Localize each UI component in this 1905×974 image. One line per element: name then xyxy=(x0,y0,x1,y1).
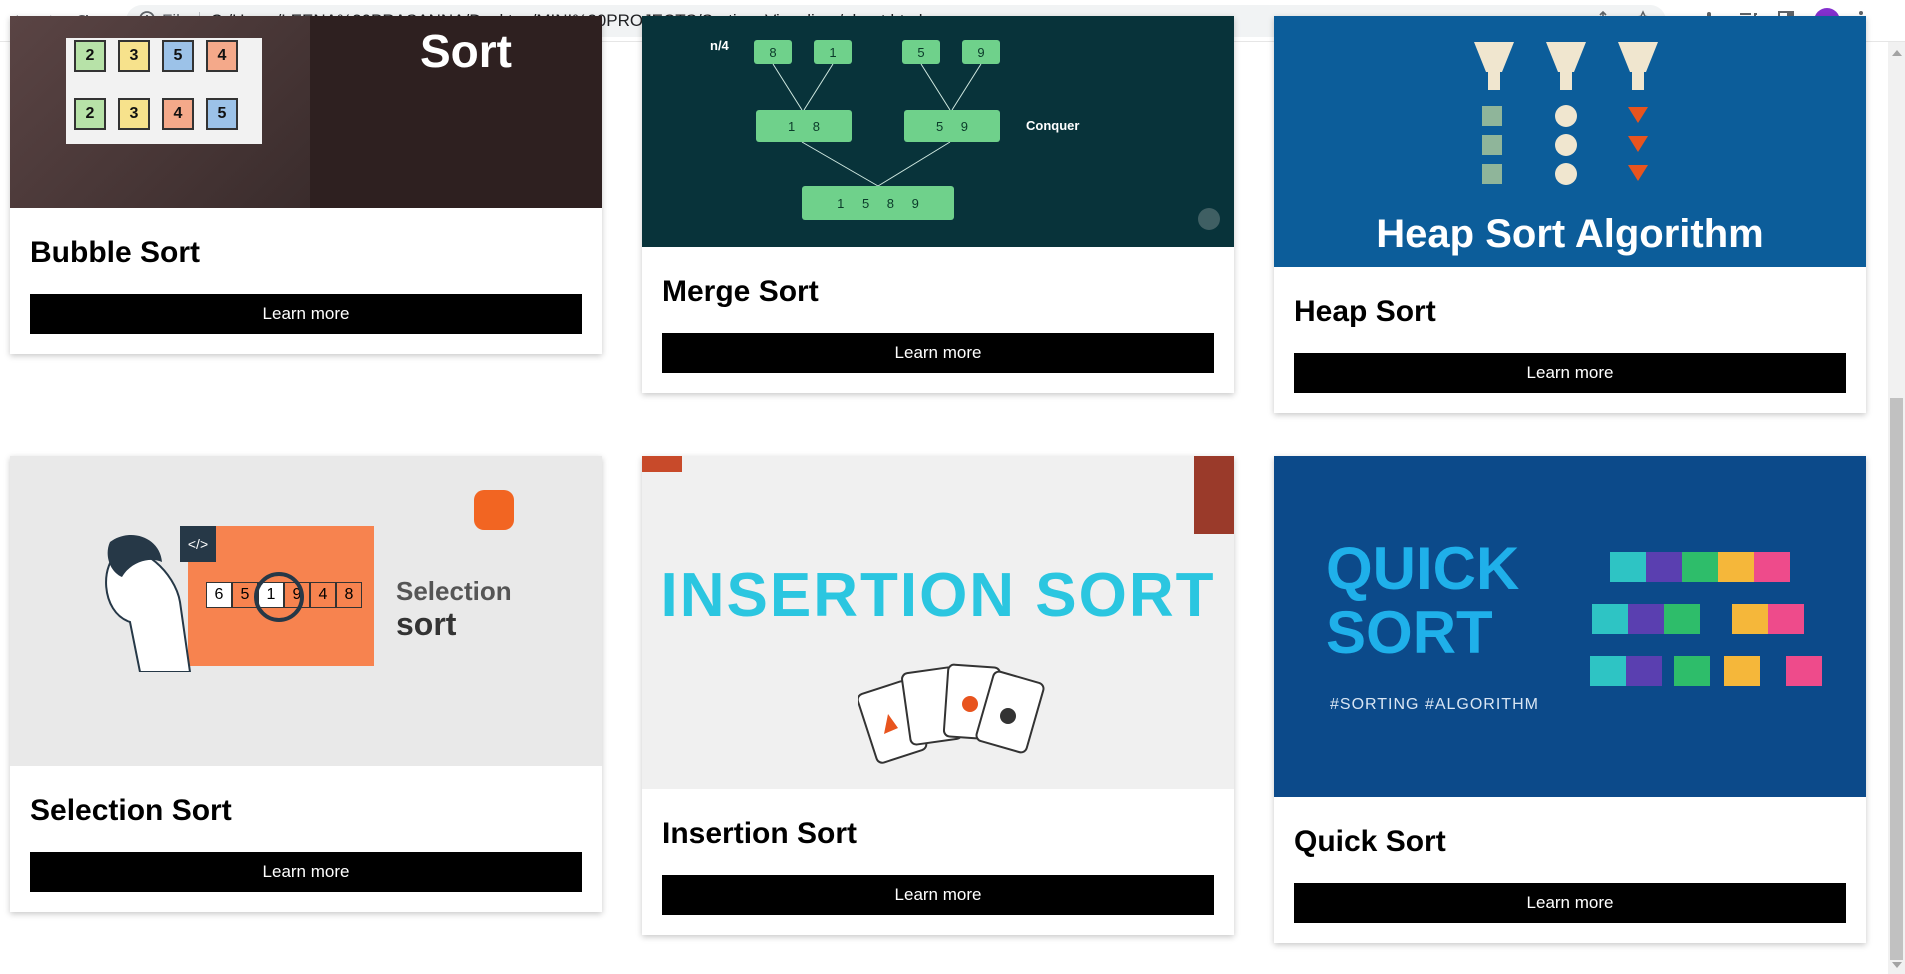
quick-image-tags: #SORTING #ALGORITHM xyxy=(1330,696,1539,713)
scroll-down-arrow-icon[interactable] xyxy=(1892,962,1902,968)
selection-cell: 4 xyxy=(310,582,336,608)
heap-sort-image: Heap Sort Algorithm xyxy=(1274,16,1866,267)
bubble-cell-bottom: 4 xyxy=(162,98,194,130)
quick-image-word1: QUICK xyxy=(1326,535,1520,602)
learn-more-button[interactable]: Learn more xyxy=(1294,883,1846,923)
learn-more-button[interactable]: Learn more xyxy=(662,333,1214,373)
merge-logo-icon xyxy=(1198,208,1220,230)
card-title: Heap Sort xyxy=(1294,295,1436,328)
selection-image-word1: Selection xyxy=(396,576,512,606)
card-heap-sort: Heap Sort Algorithm Heap Sort Learn more xyxy=(1274,16,1866,413)
bubble-cell-top: 2 xyxy=(74,40,106,72)
scrollbar-thumb[interactable] xyxy=(1890,398,1903,960)
bubble-sort-image: 2 3 5 4 2 3 4 5 Sort xyxy=(10,16,602,208)
card-title: Bubble Sort xyxy=(30,236,200,269)
quick-sort-image: QUICK SORT #SORTING #ALGORITHM xyxy=(1274,456,1866,797)
insertion-corner-decor xyxy=(642,456,682,472)
quick-image-word2: SORT xyxy=(1326,599,1493,666)
learn-more-button[interactable]: Learn more xyxy=(1294,353,1846,393)
learn-more-button[interactable]: Learn more xyxy=(30,852,582,892)
scroll-up-arrow-icon[interactable] xyxy=(1892,50,1902,56)
bubble-cell-bottom: 5 xyxy=(206,98,238,130)
card-title: Insertion Sort xyxy=(662,817,858,850)
insertion-corner-decor xyxy=(1194,456,1234,534)
card-title: Quick Sort xyxy=(1294,825,1446,858)
bubble-image-heading: Sort xyxy=(420,25,512,77)
merge-sort-image: n/4 8 1 5 9 1 8 5 9 Conquer 1 5 8 9 xyxy=(642,16,1234,247)
card-quick-sort: QUICK SORT #SORTING #ALGORITHM Quick Sor… xyxy=(1274,456,1866,943)
selection-sort-image: </> 6 5 1 9 4 8 Selection sort xyxy=(10,456,602,766)
selection-image-word2: sort xyxy=(396,606,457,642)
person-illustration-icon xyxy=(105,534,192,672)
insertion-sort-image: INSERTION SORT xyxy=(642,456,1234,789)
merge-box: 1 8 xyxy=(756,110,852,142)
card-bubble-sort: 2 3 5 4 2 3 4 5 Sort Bubble Sort Learn m… xyxy=(10,16,602,354)
selection-brand-logo xyxy=(474,490,514,530)
bubble-cell-bottom: 3 xyxy=(118,98,150,130)
learn-more-button[interactable]: Learn more xyxy=(662,875,1214,915)
card-title: Merge Sort xyxy=(662,275,819,308)
card-title: Selection Sort xyxy=(30,794,232,827)
card-merge-sort: n/4 8 1 5 9 1 8 5 9 Conquer 1 5 8 9 Merg… xyxy=(642,16,1234,393)
bubble-cell-top: 5 xyxy=(162,40,194,72)
insertion-image-heading: INSERTION SORT xyxy=(660,561,1216,630)
bubble-cell-top: 4 xyxy=(206,40,238,72)
quick-partition-tree-icon xyxy=(1590,552,1822,686)
merge-box: 1 5 8 9 xyxy=(802,186,954,220)
merge-conquer-label: Conquer xyxy=(1026,118,1080,133)
playing-cards-icon xyxy=(858,663,1045,764)
heap-image-heading: Heap Sort Algorithm xyxy=(1376,212,1764,256)
selection-cell: 8 xyxy=(336,582,362,608)
merge-box: 5 9 xyxy=(904,110,1000,142)
magnifier-icon xyxy=(254,572,304,622)
card-selection-sort: </> 6 5 1 9 4 8 Selection sort Selection… xyxy=(10,456,602,912)
bubble-cell-top: 3 xyxy=(118,40,150,72)
bubble-cell-bottom: 2 xyxy=(74,98,106,130)
learn-more-button[interactable]: Learn more xyxy=(30,294,582,334)
card-insertion-sort: INSERTION SORT Insertion Sort Learn more xyxy=(642,456,1234,935)
